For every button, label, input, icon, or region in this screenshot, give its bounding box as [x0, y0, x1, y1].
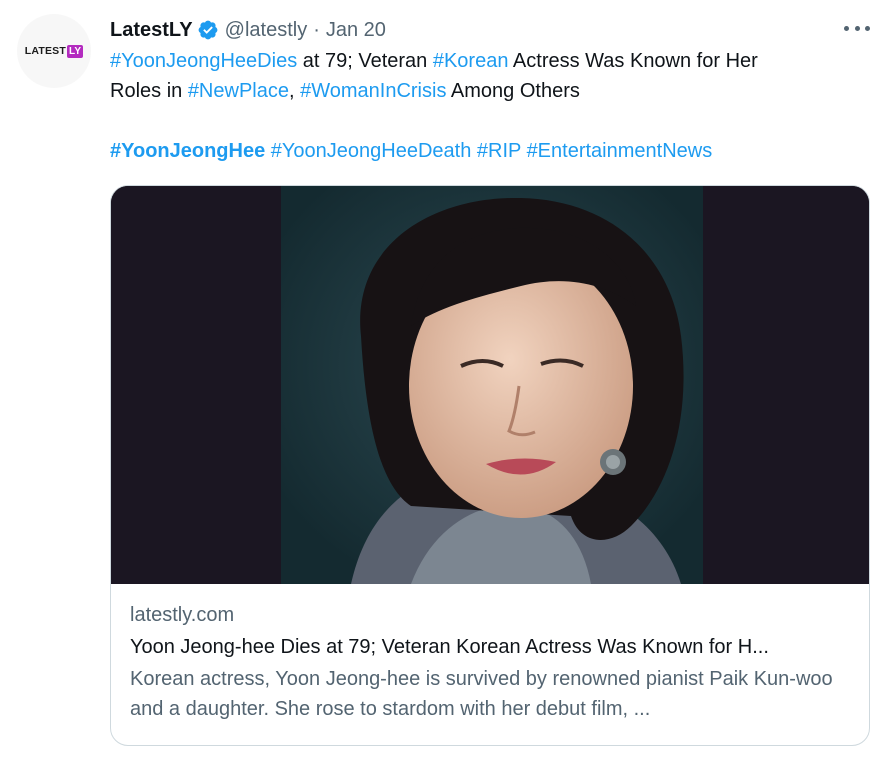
card-description: Korean actress, Yoon Jeong-hee is surviv… [130, 668, 833, 720]
separator-dot: · [313, 18, 320, 41]
hashtag-link[interactable]: #RIP [477, 140, 521, 162]
hashtag-link[interactable]: #EntertainmentNews [527, 140, 713, 162]
tweet-text-span: Actress Was Known for Her [508, 50, 758, 72]
portrait-image [111, 186, 869, 584]
tweet-text-span: Roles in [110, 80, 188, 102]
hashtag-link[interactable]: #WomanInCrisis [300, 80, 446, 102]
avatar[interactable]: LATEST LY [17, 14, 91, 88]
logo-text: LATEST [24, 45, 66, 57]
dot [865, 25, 870, 31]
tweet-text-span: , [288, 80, 301, 102]
author-name[interactable]: LatestLY [110, 19, 193, 42]
card-domain: latestly.com [130, 604, 235, 626]
logo-box: LY [67, 44, 84, 58]
hashtag-link[interactable]: #YoonJeongHee [110, 140, 265, 162]
more-dots-icon[interactable] [844, 18, 870, 38]
card-body: latestly.com Yoon Jeong-hee Dies at 79; … [130, 600, 855, 724]
hashtag-link[interactable]: #YoonJeongHeeDeath [271, 140, 472, 162]
tweet-header: LatestLY @latestly · Jan 20 [110, 16, 386, 44]
tweet-text-span: at 79; Veteran [297, 50, 433, 72]
tweet-line: Roles in #NewPlace, #WomanInCrisis Among… [110, 76, 870, 106]
author-handle[interactable]: @latestly [225, 19, 308, 42]
tweet-line: #YoonJeongHeeDies at 79; Veteran #Korean… [110, 46, 870, 76]
dot [854, 25, 860, 31]
tweet-text-span: Among Others [446, 80, 580, 102]
tweet-date[interactable]: Jan 20 [326, 19, 386, 42]
card-title: Yoon Jeong-hee Dies at 79; Veteran Korea… [130, 636, 769, 658]
tweet-line: #YoonJeongHee #YoonJeongHeeDeath #RIP #E… [110, 136, 870, 166]
card-photo [111, 186, 869, 584]
hashtag-link[interactable]: #Korean [433, 50, 509, 72]
verified-badge-icon [198, 20, 218, 40]
hashtag-link[interactable]: #YoonJeongHeeDies [110, 50, 297, 72]
hashtag-link[interactable]: #NewPlace [188, 80, 289, 102]
latestly-logo: LATEST LY [24, 44, 84, 58]
tweet-text: #YoonJeongHeeDies at 79; Veteran #Korean… [110, 46, 870, 166]
link-card[interactable]: latestly.com Yoon Jeong-hee Dies at 79; … [110, 185, 870, 746]
dot [844, 25, 849, 31]
tweet[interactable]: LATEST LY LatestLY @latestly · Jan 20 #Y… [0, 0, 892, 763]
